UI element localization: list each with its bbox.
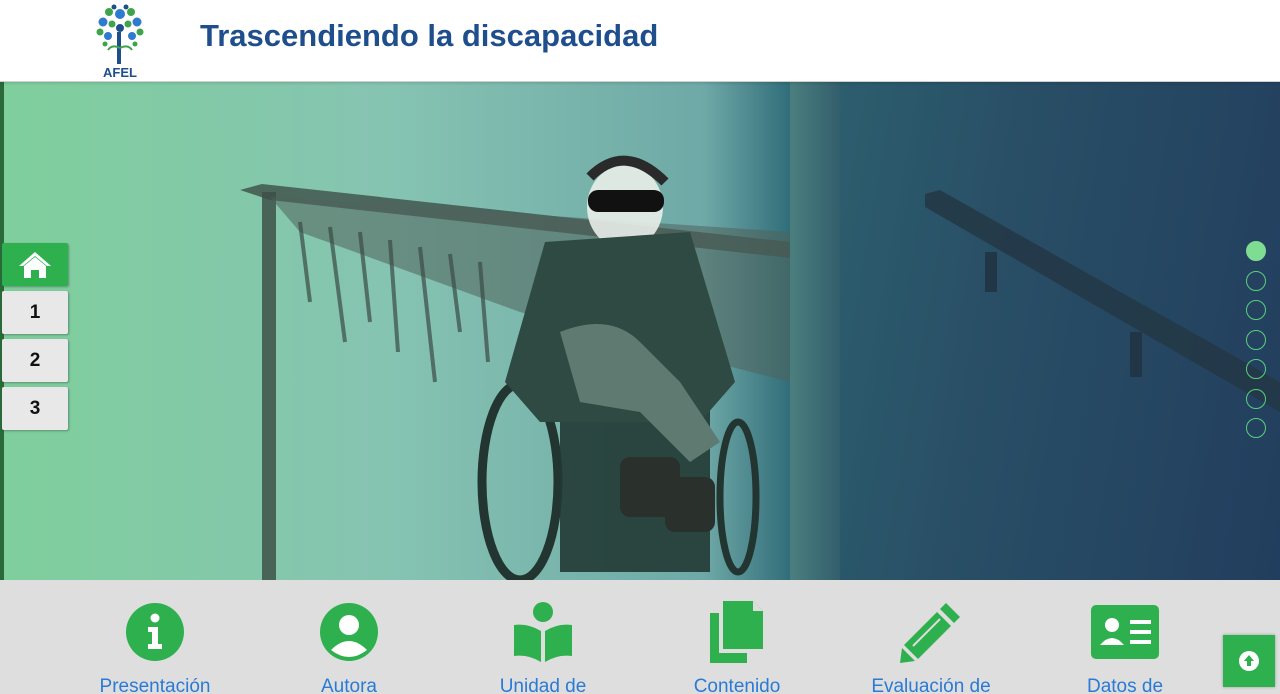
section-3-button[interactable]: 3 bbox=[2, 387, 68, 430]
menu-item-presentacion[interactable]: Presentación bbox=[55, 600, 255, 694]
home-button[interactable] bbox=[2, 243, 68, 286]
main-menu-bar: Presentación Autora Unidad de Contenido … bbox=[0, 580, 1280, 694]
menu-label-autora[interactable]: Autora bbox=[249, 676, 449, 694]
slide-dot-2[interactable] bbox=[1246, 270, 1266, 291]
logo-label: AFEL bbox=[103, 65, 137, 80]
menu-item-autora[interactable]: Autora bbox=[249, 600, 449, 694]
slide-dot-6[interactable] bbox=[1246, 388, 1266, 409]
slide-dot-1[interactable] bbox=[1246, 241, 1266, 261]
slide-dot-4[interactable] bbox=[1246, 329, 1266, 350]
pencil-icon bbox=[900, 603, 960, 663]
user-circle-icon bbox=[320, 603, 378, 661]
menu-item-contenido[interactable]: Contenido bbox=[637, 600, 837, 694]
id-card-icon bbox=[1091, 605, 1159, 659]
menu-label-datos[interactable]: Datos de bbox=[1025, 676, 1225, 694]
slide-dot-5[interactable] bbox=[1246, 359, 1266, 379]
menu-item-evaluacion[interactable]: Evaluación de bbox=[831, 600, 1031, 694]
slide-dot-nav bbox=[1246, 241, 1266, 448]
copy-files-icon bbox=[710, 601, 763, 663]
site-header: AFEL Trascendiendo la discapacidad bbox=[0, 0, 1280, 82]
hero-banner bbox=[0, 82, 1280, 580]
section-2-button[interactable]: 2 bbox=[2, 339, 68, 382]
back-to-top-button[interactable] bbox=[1223, 635, 1275, 687]
section-1-button[interactable]: 1 bbox=[2, 291, 68, 334]
afel-logo[interactable]: AFEL bbox=[90, 2, 150, 80]
menu-item-unidad[interactable]: Unidad de bbox=[443, 600, 643, 694]
hero-photo-illustration bbox=[240, 155, 1280, 580]
slide-dot-3[interactable] bbox=[1246, 300, 1266, 320]
menu-label-unidad[interactable]: Unidad de bbox=[443, 676, 643, 694]
book-reader-icon bbox=[514, 602, 572, 662]
menu-label-contenido[interactable]: Contenido bbox=[637, 676, 837, 694]
home-icon bbox=[19, 251, 51, 278]
menu-label-presentacion[interactable]: Presentación bbox=[55, 676, 255, 694]
slide-dot-7[interactable] bbox=[1246, 418, 1266, 438]
menu-item-datos[interactable]: Datos de bbox=[1025, 600, 1225, 694]
section-side-nav: 1 2 3 bbox=[2, 243, 68, 435]
info-circle-icon bbox=[126, 603, 184, 661]
page-title: Trascendiendo la discapacidad bbox=[200, 18, 659, 53]
arrow-up-circle-icon bbox=[1239, 651, 1259, 671]
menu-label-evaluacion[interactable]: Evaluación de bbox=[831, 676, 1031, 694]
tree-logo-icon bbox=[96, 4, 144, 64]
